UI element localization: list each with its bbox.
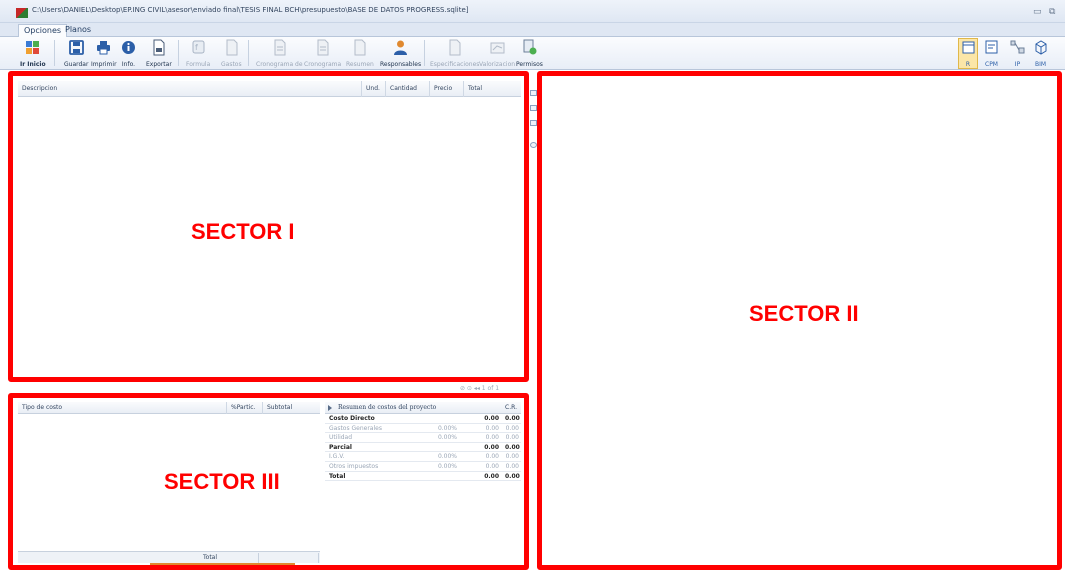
view-bim-button[interactable]: BIM: [1033, 39, 1048, 68]
ribbon-separator: [424, 40, 425, 66]
permisos-button[interactable]: Permisos: [516, 39, 543, 68]
schedule-document-icon: [317, 39, 329, 56]
info-button[interactable]: Info.: [121, 39, 136, 68]
sector-one-label: SECTOR I: [191, 219, 295, 244]
view-r-button[interactable]: R: [958, 38, 978, 69]
cpm-chart-icon: [985, 40, 998, 54]
valorizacion-button[interactable]: Valorizacion: [479, 39, 515, 68]
side-tool-icon[interactable]: [530, 90, 537, 96]
formula-icon: f: [192, 40, 205, 54]
especificaciones-button[interactable]: Especificaciones: [430, 39, 479, 68]
imprimir-label: Imprimir: [91, 61, 117, 68]
pager-navigation[interactable]: ⊘ ⊙ ◂◂ 1 of 1: [460, 385, 499, 392]
gastos-button[interactable]: Gastos: [221, 39, 242, 68]
user-icon: [394, 40, 408, 55]
cronograma-de-label: Cronograma de: [256, 61, 303, 68]
network-nodes-icon: [1010, 40, 1025, 54]
ribbon-separator: [248, 40, 249, 66]
permisos-label: Permisos: [516, 61, 543, 68]
formula-label: Formula: [186, 61, 211, 68]
side-tool-icon[interactable]: [530, 120, 537, 126]
cronograma-button[interactable]: Cronograma: [304, 39, 341, 68]
side-tool-icon[interactable]: [530, 142, 537, 148]
info-icon: [122, 41, 135, 54]
restore-icon[interactable]: ⧉: [1049, 7, 1055, 17]
view-cpm-label: CPM: [985, 61, 998, 68]
guardar-label: Guardar: [64, 61, 89, 68]
report-view-icon: [962, 41, 974, 54]
view-ip-label: IP: [1014, 61, 1021, 68]
especificaciones-label: Especificaciones: [430, 61, 480, 68]
responsables-button[interactable]: Responsables: [380, 39, 421, 68]
exportar-button[interactable]: Exportar: [146, 39, 172, 68]
title-bar: C:\Users\DANIEL\Desktop\EP.ING CIVIL\ase…: [0, 0, 1065, 23]
print-icon: [97, 41, 111, 55]
cronograma-de-button[interactable]: Cronograma de: [256, 39, 303, 68]
home-grid-icon: [26, 41, 40, 54]
formula-button[interactable]: f Formula: [186, 39, 210, 68]
valuation-icon: [490, 42, 505, 54]
resumen-label: Resumen: [346, 61, 374, 68]
tab-planos[interactable]: Planos: [60, 24, 96, 37]
app-logo-icon: [16, 8, 28, 18]
schedule-document-icon: [274, 39, 286, 56]
permissions-icon: [523, 39, 537, 55]
view-r-label: R: [965, 61, 971, 68]
responsables-label: Responsables: [380, 61, 422, 68]
ribbon-separator: [54, 40, 55, 66]
resumen-button[interactable]: Resumen: [346, 39, 374, 68]
window-title-path: C:\Users\DANIEL\Desktop\EP.ING CIVIL\ase…: [32, 6, 469, 14]
svg-text:f: f: [195, 43, 198, 52]
minimize-icon[interactable]: ▭: [1033, 7, 1042, 17]
sector-two-label: SECTOR II: [749, 301, 859, 326]
view-bim-label: BIM: [1034, 61, 1047, 68]
cronograma-label: Cronograma: [304, 61, 342, 68]
ir-inicio-label: Ir Inicio: [20, 61, 46, 68]
save-icon: [68, 40, 84, 55]
cube-3d-icon: [1035, 40, 1047, 55]
gastos-label: Gastos: [221, 61, 242, 68]
summary-document-icon: [354, 39, 366, 56]
sector-three-label: SECTOR III: [164, 469, 280, 494]
exportar-label: Exportar: [146, 61, 172, 68]
ribbon-separator: [178, 40, 179, 66]
imprimir-button[interactable]: Imprimir: [91, 39, 117, 68]
ir-inicio-button[interactable]: Ir Inicio: [20, 39, 46, 68]
info-label: Info.: [121, 61, 136, 68]
view-cpm-button[interactable]: CPM: [984, 39, 999, 68]
specifications-document-icon: [449, 39, 461, 56]
expenses-document-icon: [226, 39, 238, 56]
valorizacion-label: Valorizacion: [479, 61, 516, 68]
export-document-icon: [153, 39, 165, 56]
side-tool-icon[interactable]: [530, 105, 537, 111]
guardar-button[interactable]: Guardar: [64, 39, 88, 68]
ribbon-tabs: Opciones Planos: [0, 23, 1065, 37]
ribbon-toolbar: Ir Inicio Guardar Imprimir Info. Exporta…: [0, 37, 1065, 70]
view-ip-button[interactable]: IP: [1010, 39, 1025, 68]
app-window: C:\Users\DANIEL\Desktop\EP.ING CIVIL\ase…: [0, 0, 1065, 571]
